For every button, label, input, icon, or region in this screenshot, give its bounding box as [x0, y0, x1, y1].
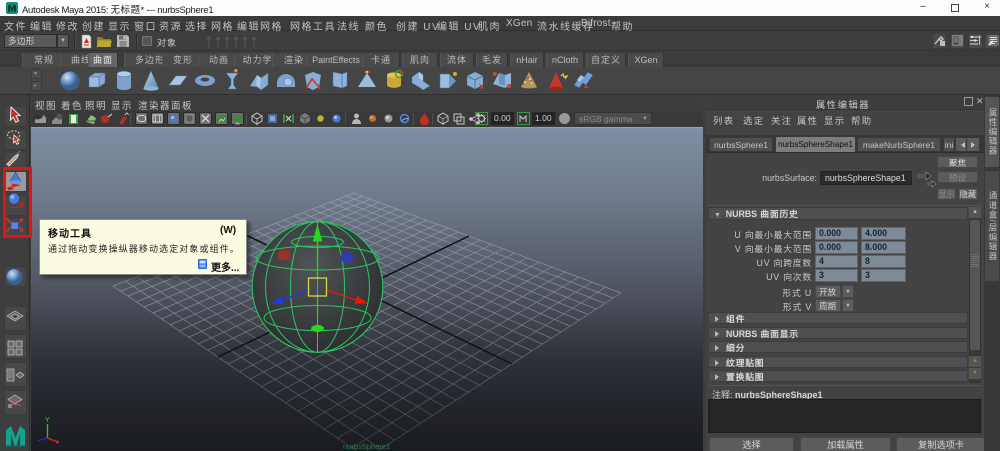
svg-text:nurbsSphere1: nurbsSphere1 [343, 442, 390, 451]
svg-text:Y: Y [45, 417, 50, 424]
